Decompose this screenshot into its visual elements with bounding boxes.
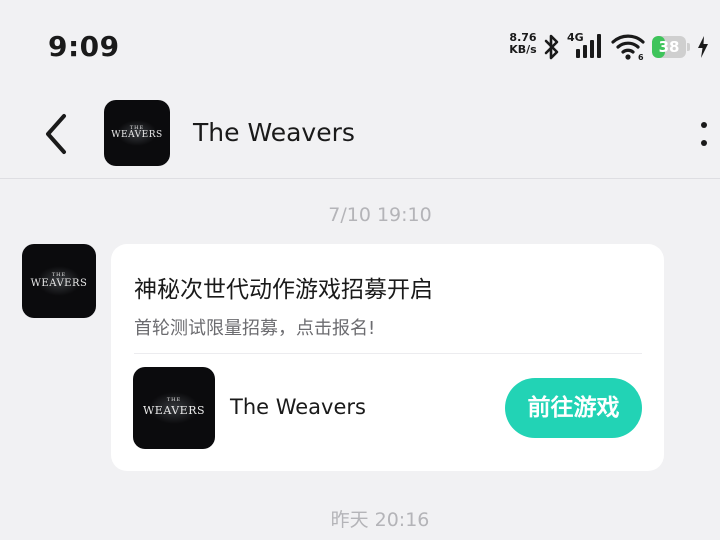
more-options-button[interactable] bbox=[694, 118, 714, 152]
battery-indicator: 38 bbox=[652, 36, 692, 58]
wifi-icon: 6 bbox=[611, 34, 645, 61]
card-divider bbox=[134, 353, 642, 354]
cellular-signal-icon: 4G bbox=[567, 31, 601, 58]
message-timestamp: 昨天 20:16 bbox=[330, 509, 430, 531]
more-vertical-icon bbox=[701, 122, 707, 128]
chevron-left-icon bbox=[46, 114, 66, 154]
logo-main-text: WEAVERS bbox=[30, 278, 88, 289]
chat-header: THE WEAVERS The Weavers bbox=[0, 92, 720, 178]
message-timestamp: 7/10 19:10 bbox=[328, 204, 432, 226]
go-to-game-button[interactable]: 前往游戏 bbox=[505, 378, 642, 438]
logo-main-text: WEAVERS bbox=[142, 404, 206, 417]
status-bar: 9:09 8.76 KB/s 4G 6 38 bbox=[0, 0, 720, 92]
logo-small-text: THE bbox=[166, 397, 182, 403]
sender-avatar[interactable]: THE WEAVERS bbox=[22, 244, 96, 318]
card-subtitle: 首轮测试限量招募，点击报名! bbox=[134, 318, 376, 339]
back-button[interactable] bbox=[36, 110, 76, 158]
game-icon[interactable]: THE WEAVERS bbox=[133, 367, 215, 449]
battery-level: 38 bbox=[658, 38, 680, 56]
status-time: 9:09 bbox=[48, 30, 120, 63]
logo-main-text: WEAVERS bbox=[111, 130, 163, 140]
header-avatar[interactable]: THE WEAVERS bbox=[104, 100, 170, 166]
card-title: 神秘次世代动作游戏招募开启 bbox=[134, 277, 433, 303]
promo-card[interactable]: 神秘次世代动作游戏招募开启 首轮测试限量招募，点击报名! THE WEAVERS… bbox=[111, 244, 664, 471]
network-speed: 8.76 KB/s bbox=[504, 32, 542, 56]
header-divider bbox=[0, 178, 720, 179]
wifi-sub-label: 6 bbox=[638, 53, 644, 61]
page-title: The Weavers bbox=[193, 118, 355, 147]
bluetooth-icon bbox=[544, 34, 559, 60]
game-name: The Weavers bbox=[230, 395, 366, 419]
network-speed-unit: KB/s bbox=[509, 43, 537, 56]
network-type-label: 4G bbox=[567, 31, 584, 44]
charging-bolt-icon bbox=[698, 36, 708, 58]
